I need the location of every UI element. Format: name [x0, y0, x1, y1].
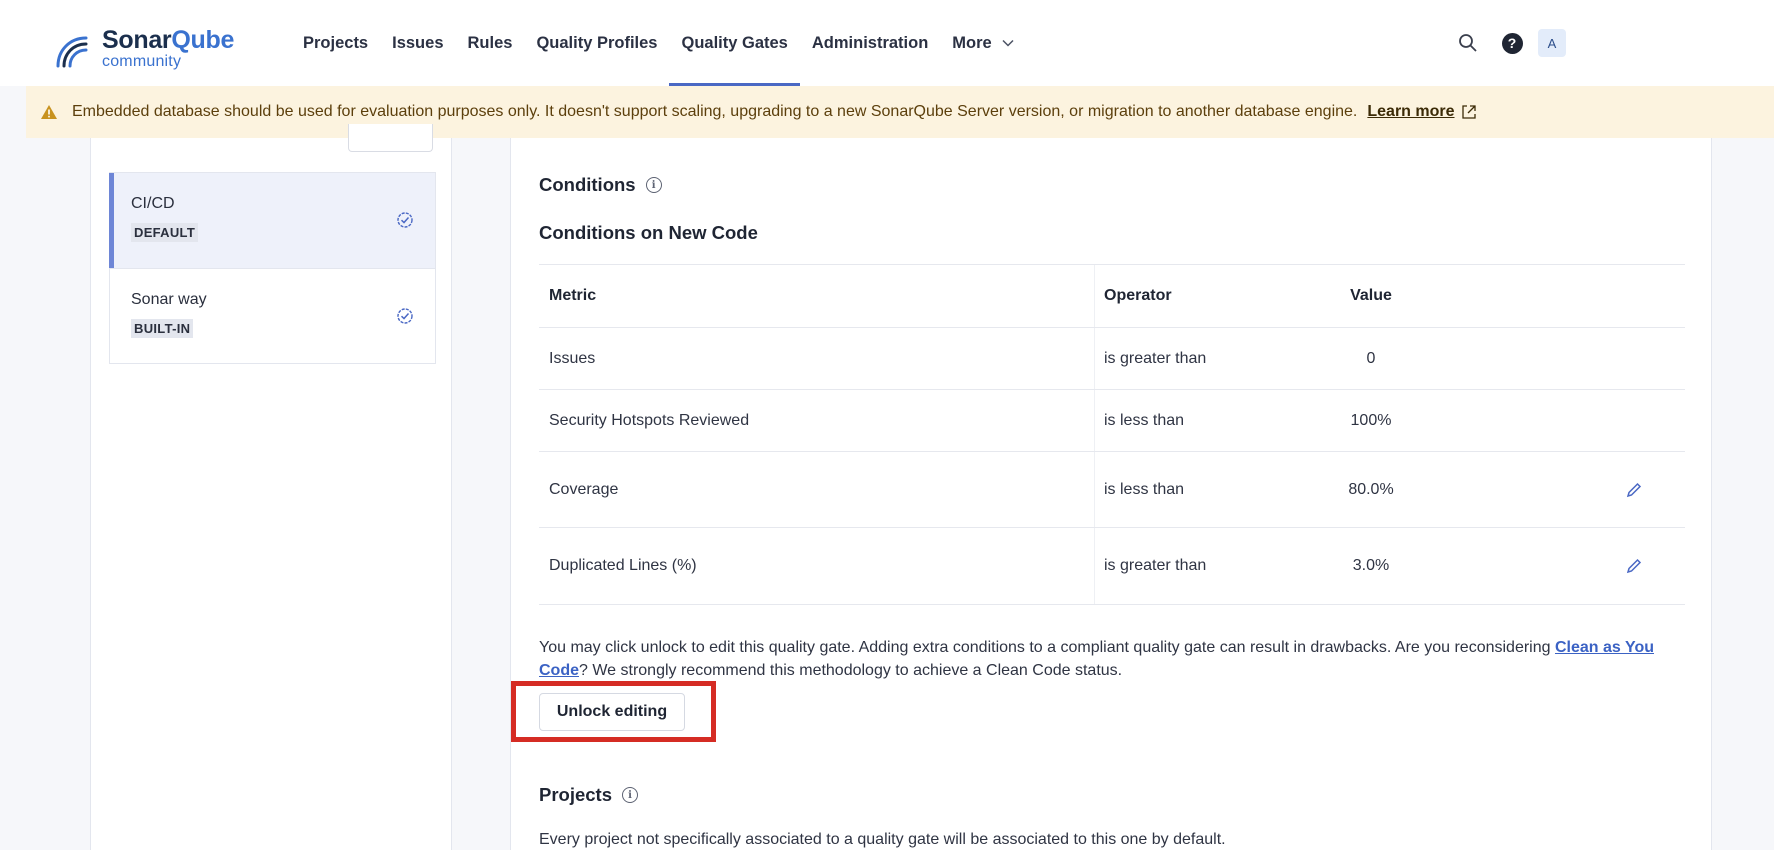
nav-quality-profiles[interactable]: Quality Profiles: [524, 0, 669, 86]
create-gate-button[interactable]: [348, 124, 433, 152]
nav-more[interactable]: More: [940, 0, 1025, 86]
unlock-editing-button[interactable]: Unlock editing: [539, 693, 685, 731]
gate-badge: BUILT-IN: [131, 319, 194, 338]
value-cell: 3.0%: [1352, 557, 1390, 574]
nav-rules[interactable]: Rules: [456, 0, 525, 86]
column-header-metric: Metric: [549, 287, 597, 304]
gate-item-sonar-way[interactable]: Sonar way BUILT-IN: [110, 268, 435, 363]
projects-heading: Projects i: [539, 784, 639, 806]
nav-quality-gates[interactable]: Quality Gates: [669, 0, 801, 86]
operator-cell: is less than: [1104, 411, 1185, 429]
value-cell: 80.0%: [1348, 480, 1394, 498]
learn-more-link[interactable]: Learn more: [1367, 103, 1454, 121]
info-icon[interactable]: i: [622, 787, 639, 803]
nav-administration[interactable]: Administration: [800, 0, 940, 86]
metric-cell: Coverage: [549, 480, 619, 498]
metric-cell: Issues: [549, 349, 596, 367]
table-row: Coverage is less than 80.0%: [539, 452, 1685, 528]
gate-name: Sonar way: [131, 291, 207, 308]
conditions-heading: Conditions i: [539, 174, 662, 196]
value-cell: 0: [1366, 349, 1376, 367]
table-row: Issues is greater than 0: [539, 328, 1685, 390]
chevron-down-icon: [1002, 39, 1014, 47]
nav-issues[interactable]: Issues: [380, 0, 455, 86]
pencil-icon: [1626, 482, 1642, 497]
conditions-table: Metric Operator Value Issues is greater …: [539, 264, 1685, 605]
search-button[interactable]: [1452, 27, 1484, 59]
metric-cell: Duplicated Lines (%): [549, 557, 697, 574]
nav-projects[interactable]: Projects: [291, 0, 380, 86]
quality-gate-details: Conditions i Conditions on New Code Metr…: [510, 138, 1712, 850]
user-menu-button[interactable]: A: [1536, 27, 1568, 59]
projects-description: Every project not specifically associate…: [539, 831, 1226, 848]
edit-condition-button[interactable]: [1623, 555, 1645, 577]
table-row: Duplicated Lines (%) is greater than 3.0…: [539, 528, 1685, 605]
warning-icon: [41, 105, 57, 119]
gate-badge: DEFAULT: [131, 223, 199, 242]
gate-item-ci-cd[interactable]: CI/CD DEFAULT: [109, 173, 435, 268]
brand-name: SonarQube: [102, 26, 235, 54]
operator-cell: is less than: [1104, 480, 1185, 498]
check-badge-icon: [397, 308, 413, 324]
column-header-operator: Operator: [1104, 287, 1172, 304]
column-header-value: Value: [1350, 287, 1392, 304]
search-icon: [1459, 34, 1477, 52]
banner-message: Embedded database should be used for eva…: [72, 103, 1358, 120]
top-navigation: SonarQube community Projects Issues Rule…: [0, 0, 1774, 86]
conditions-new-code-heading: Conditions on New Code: [539, 222, 758, 243]
help-icon: ?: [1501, 32, 1523, 54]
table-header: Metric Operator Value: [539, 265, 1685, 328]
metric-cell: Security Hotspots Reviewed: [549, 411, 750, 429]
gate-name: CI/CD: [131, 195, 175, 212]
operator-cell: is greater than: [1104, 349, 1207, 367]
brand-edition: community: [102, 53, 182, 70]
check-badge-icon: [397, 212, 413, 228]
pencil-icon: [1626, 558, 1642, 574]
quality-gate-sidebar: CI/CD DEFAULT Sonar way BUILT-IN: [90, 124, 452, 850]
main-nav: Projects Issues Rules Quality Profiles Q…: [291, 0, 1026, 86]
external-link-icon: [1461, 105, 1476, 119]
database-warning-banner: Embedded database should be used for eva…: [26, 86, 1774, 138]
info-icon[interactable]: i: [645, 177, 662, 193]
operator-cell: is greater than: [1104, 557, 1207, 574]
edit-condition-button[interactable]: [1623, 479, 1645, 501]
sonarqube-logo-icon: [56, 36, 88, 68]
unlock-notice: You may click unlock to edit this qualit…: [539, 639, 1654, 679]
quality-gate-list: CI/CD DEFAULT Sonar way BUILT-IN: [109, 172, 436, 364]
help-button[interactable]: ?: [1496, 27, 1528, 59]
value-cell: 100%: [1350, 411, 1392, 429]
sonarqube-logo[interactable]: SonarQube community: [50, 28, 234, 78]
table-row: Security Hotspots Reviewed is less than …: [539, 390, 1685, 452]
avatar: A: [1538, 29, 1566, 57]
